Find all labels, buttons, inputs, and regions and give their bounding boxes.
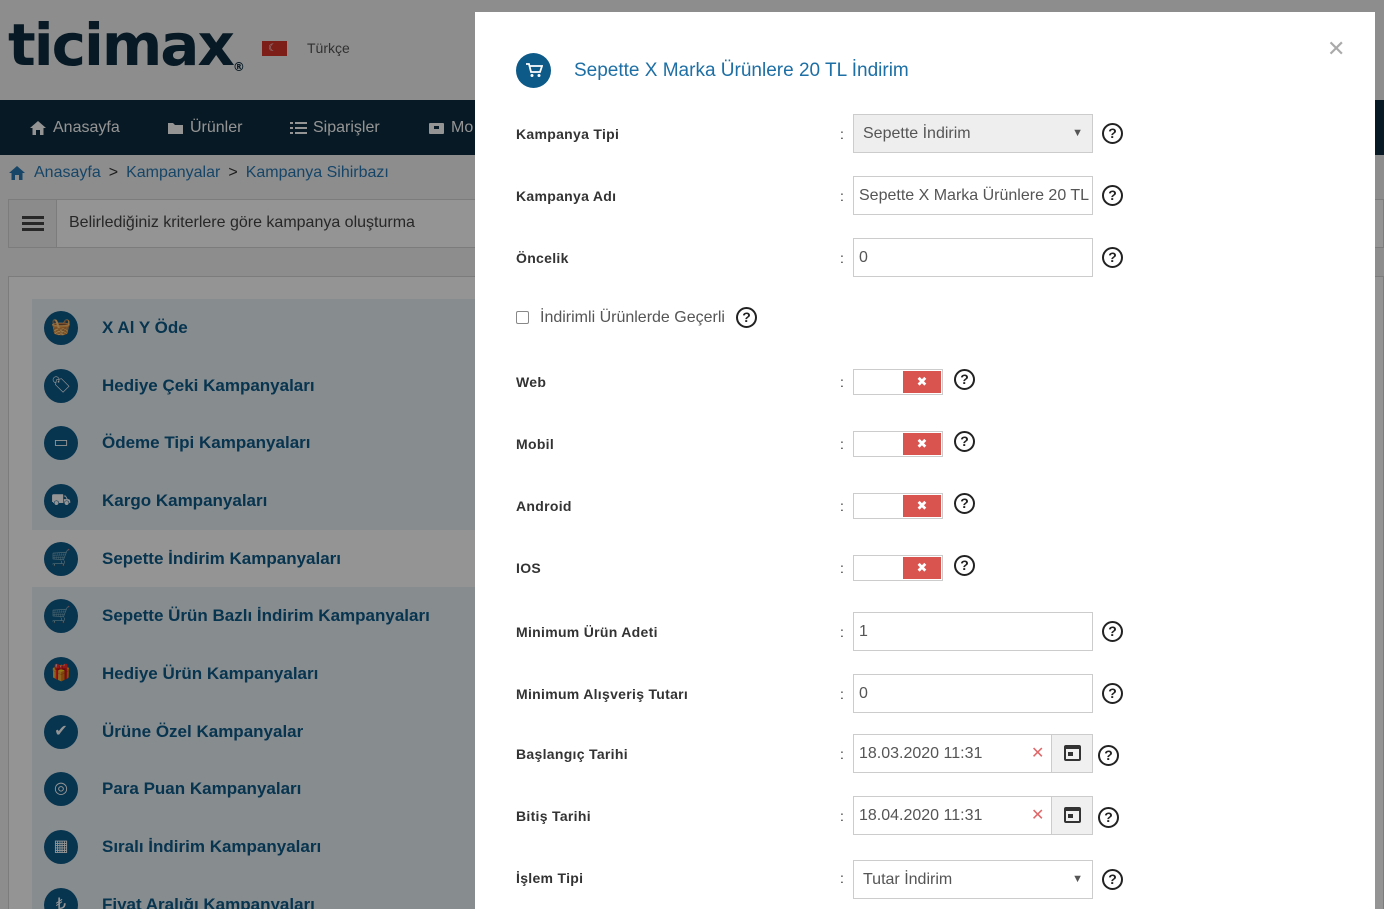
- minimum-urun-input[interactable]: 1: [853, 612, 1093, 651]
- indirimli-checkbox[interactable]: [516, 311, 529, 324]
- colon: :: [840, 374, 844, 390]
- campaign-modal: ✕ Sepette X Marka Ürünlere 20 TL İndirim…: [475, 12, 1375, 909]
- minimum-tutar-input[interactable]: 0: [853, 674, 1093, 713]
- field-label: Kampanya Adı: [516, 188, 617, 204]
- help-icon[interactable]: ?: [1102, 185, 1123, 206]
- help-icon[interactable]: ?: [1102, 683, 1123, 704]
- clear-icon[interactable]: ✕: [1031, 797, 1044, 834]
- mobil-toggle[interactable]: ✖: [853, 431, 943, 457]
- help-icon[interactable]: ?: [954, 431, 975, 452]
- android-toggle[interactable]: ✖: [853, 493, 943, 519]
- field-minimum-urun-adeti: Minimum Ürün Adeti : 1 ?: [516, 612, 1336, 652]
- field-label: Bitiş Tarihi: [516, 808, 591, 824]
- date-value: 18.03.2020 11:31: [859, 745, 983, 762]
- colon: :: [840, 126, 844, 142]
- colon: :: [840, 624, 844, 640]
- toggle-off-icon: ✖: [903, 433, 941, 455]
- field-web: Web : ✖ ?: [516, 362, 1336, 402]
- colon: :: [840, 686, 844, 702]
- help-icon[interactable]: ?: [736, 307, 757, 328]
- baslangic-date-input[interactable]: 18.03.2020 11:31 ✕: [853, 734, 1093, 773]
- colon: :: [840, 436, 844, 452]
- field-kampanya-tipi: Kampanya Tipi : Sepette İndirim ▼ ?: [516, 114, 1336, 154]
- field-ios: IOS : ✖ ?: [516, 548, 1336, 588]
- toggle-off-icon: ✖: [903, 557, 941, 579]
- colon: :: [840, 498, 844, 514]
- toggle-off-icon: ✖: [903, 371, 941, 393]
- colon: :: [840, 250, 844, 266]
- modal-title: Sepette X Marka Ürünlere 20 TL İndirim: [574, 60, 909, 81]
- help-icon[interactable]: ?: [954, 493, 975, 514]
- colon: :: [840, 870, 844, 886]
- colon: :: [840, 188, 844, 204]
- field-indirimli-urunlerde-gecerli: İndirimli Ürünlerde Geçerli ?: [516, 298, 1336, 338]
- select-value: Sepette İndirim: [863, 125, 971, 142]
- web-toggle[interactable]: ✖: [853, 369, 943, 395]
- checkbox-label[interactable]: İndirimli Ürünlerde Geçerli: [540, 298, 725, 338]
- colon: :: [840, 808, 844, 824]
- colon: :: [840, 560, 844, 576]
- help-icon[interactable]: ?: [1102, 621, 1123, 642]
- field-label: Android: [516, 498, 572, 514]
- help-icon[interactable]: ?: [1098, 745, 1119, 766]
- field-minimum-alisveris-tutari: Minimum Alışveriş Tutarı : 0 ?: [516, 674, 1336, 714]
- calendar-button[interactable]: [1051, 734, 1093, 773]
- modal-body: [494, 32, 1357, 909]
- help-icon[interactable]: ?: [1102, 869, 1123, 890]
- bitis-date-input[interactable]: 18.04.2020 11:31 ✕: [853, 796, 1093, 835]
- cart-icon: [516, 53, 551, 88]
- field-label: Web: [516, 374, 547, 390]
- field-kampanya-adi: Kampanya Adı : Sepette X Marka Ürünlere …: [516, 176, 1336, 216]
- field-label: Mobil: [516, 436, 555, 452]
- help-icon[interactable]: ?: [954, 555, 975, 576]
- field-label: IOS: [516, 560, 542, 576]
- field-baslangic-tarihi: Başlangıç Tarihi : 18.03.2020 11:31 ✕ ?: [516, 734, 1336, 774]
- help-icon[interactable]: ?: [1098, 807, 1119, 828]
- calendar-icon: [1064, 807, 1081, 823]
- help-icon[interactable]: ?: [954, 369, 975, 390]
- field-islem-tipi: İşlem Tipi : Tutar İndirim ▼ ?: [516, 858, 1336, 899]
- field-label: Minimum Ürün Adeti: [516, 624, 658, 640]
- oncelik-input[interactable]: 0: [853, 238, 1093, 277]
- field-oncelik: Öncelik : 0 ?: [516, 238, 1336, 278]
- field-label: Başlangıç Tarihi: [516, 746, 628, 762]
- islem-tipi-select[interactable]: Tutar İndirim ▼: [853, 860, 1093, 899]
- field-android: Android : ✖ ?: [516, 486, 1336, 526]
- caret-down-icon: ▼: [1072, 873, 1083, 885]
- ios-toggle[interactable]: ✖: [853, 555, 943, 581]
- help-icon[interactable]: ?: [1102, 123, 1123, 144]
- toggle-off-icon: ✖: [903, 495, 941, 517]
- close-icon[interactable]: ✕: [1327, 38, 1345, 60]
- field-label: Öncelik: [516, 250, 569, 266]
- date-value: 18.04.2020 11:31: [859, 807, 983, 824]
- calendar-button[interactable]: [1051, 796, 1093, 835]
- colon: :: [840, 746, 844, 762]
- field-bitis-tarihi: Bitiş Tarihi : 18.04.2020 11:31 ✕ ?: [516, 796, 1336, 836]
- field-mobil: Mobil : ✖ ?: [516, 424, 1336, 464]
- caret-down-icon: ▼: [1072, 127, 1083, 139]
- kampanya-adi-input[interactable]: Sepette X Marka Ürünlere 20 TL İndirim: [853, 176, 1093, 215]
- field-label: İşlem Tipi: [516, 870, 584, 886]
- field-label: Kampanya Tipi: [516, 126, 620, 142]
- help-icon[interactable]: ?: [1102, 247, 1123, 268]
- clear-icon[interactable]: ✕: [1031, 735, 1044, 772]
- field-label: Minimum Alışveriş Tutarı: [516, 686, 689, 702]
- kampanya-tipi-select[interactable]: Sepette İndirim ▼: [853, 114, 1093, 153]
- select-value: Tutar İndirim: [863, 871, 953, 888]
- calendar-icon: [1064, 745, 1081, 761]
